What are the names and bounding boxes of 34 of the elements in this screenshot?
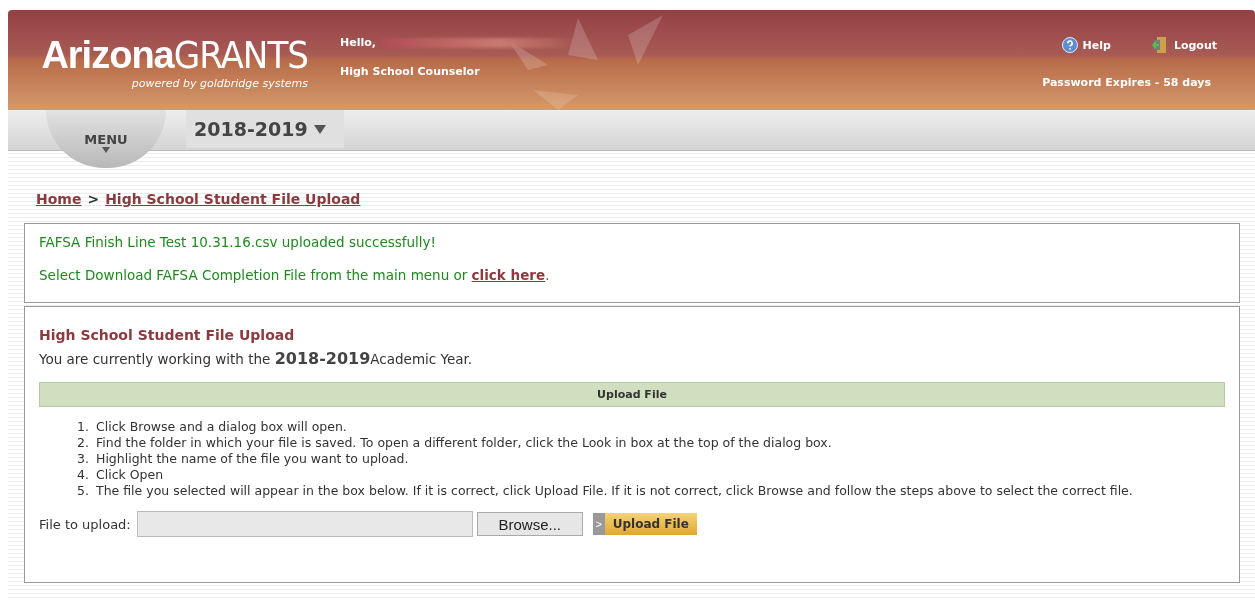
user-role: High School Counselor xyxy=(340,65,481,78)
tagline: powered by goldbridge systems xyxy=(131,77,308,90)
help-icon xyxy=(1061,37,1078,53)
door-icon xyxy=(1150,36,1169,54)
breadcrumb-link[interactable]: High School Student File Upload xyxy=(105,191,361,207)
greeting: Hello, xyxy=(340,36,376,49)
step-number: 3. xyxy=(76,451,89,467)
password-notice: Password Expires - 58 days xyxy=(1042,76,1211,89)
file-input-field[interactable] xyxy=(136,511,473,537)
caret-icon xyxy=(313,124,326,134)
year-dropdown[interactable]: 2018-2019 xyxy=(186,110,344,148)
step-text: The file you selected will appear in the box below. If it is correct, click Upload File. If it is not correct, click Browse and follow the steps above to select the correct file. xyxy=(96,483,1133,499)
step-number: 2. xyxy=(76,435,89,451)
step-number: 4. xyxy=(76,467,89,483)
breadcrumb-separator: > xyxy=(87,191,100,207)
success-message: FAFSA Finish Line Test 10.31.16.csv uploaded successfully! xyxy=(39,234,437,250)
step-number: 1. xyxy=(76,419,89,435)
logout-link[interactable]: Logout xyxy=(1150,36,1217,54)
step-text: Click Open xyxy=(96,467,164,483)
academic-year-text: You are currently working with the 2018-2019Academic Year. xyxy=(39,349,474,368)
help-link[interactable]: Help xyxy=(1061,36,1111,54)
browse-button[interactable]: Browse... xyxy=(476,512,583,536)
logo: ArizonaGRANTS xyxy=(41,36,308,74)
instruction-text: Select Download FAFSA Completion File from the main menu or click here. xyxy=(39,267,551,283)
breadcrumb-link[interactable]: Home xyxy=(36,191,82,207)
section-header-bar: Upload File xyxy=(39,382,1225,407)
caret-icon xyxy=(102,147,110,153)
step-text: Click Browse and a dialog box will open. xyxy=(96,419,347,435)
file-label: File to upload: xyxy=(39,516,131,532)
step-number: 5. xyxy=(76,483,89,499)
step-text: Find the folder in which your file is saved. To open a different folder, click the Look in box at the top of the dialog box. xyxy=(96,435,832,451)
step-text: Highlight the name of the file you want to upload. xyxy=(96,451,409,467)
menu-button[interactable]: MENU xyxy=(46,110,166,168)
section-title: High School Student File Upload xyxy=(39,327,296,343)
